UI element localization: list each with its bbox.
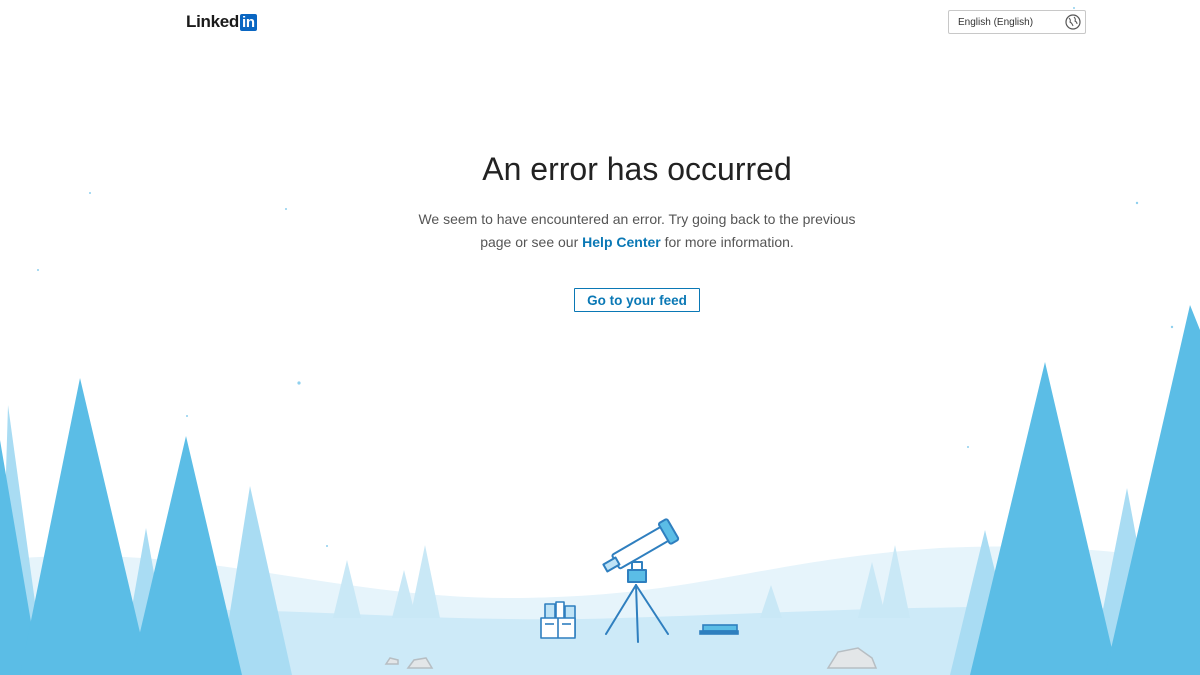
help-center-link[interactable]: Help Center — [582, 234, 661, 250]
distant-trees — [333, 545, 910, 618]
description-text-end: for more information. — [664, 234, 794, 250]
right-light-trees — [950, 488, 1162, 675]
language-select[interactable]: English (English) — [948, 10, 1086, 34]
logo-badge: in — [240, 13, 257, 31]
front-hill — [0, 606, 1200, 675]
rock-icon — [384, 647, 878, 669]
language-label: English (English) — [958, 16, 1034, 28]
linkedin-logo[interactable]: Linked in — [186, 12, 257, 32]
page-title: An error has occurred — [482, 151, 792, 187]
book-icon — [699, 624, 739, 635]
error-content: An error has occurred We seem to have en… — [400, 148, 874, 312]
books-icon — [540, 601, 576, 639]
logo-text: Linked — [186, 12, 239, 31]
go-to-feed-button[interactable]: Go to your feed — [574, 288, 700, 312]
left-dark-trees — [0, 378, 242, 675]
left-light-trees — [0, 405, 292, 675]
telescope-icon — [602, 518, 680, 643]
back-hill — [0, 546, 1200, 675]
globe-icon — [1065, 14, 1081, 30]
forest-illustration — [0, 7, 1200, 675]
right-dark-trees — [970, 305, 1200, 675]
error-description: We seem to have encountered an error. Tr… — [417, 208, 857, 254]
